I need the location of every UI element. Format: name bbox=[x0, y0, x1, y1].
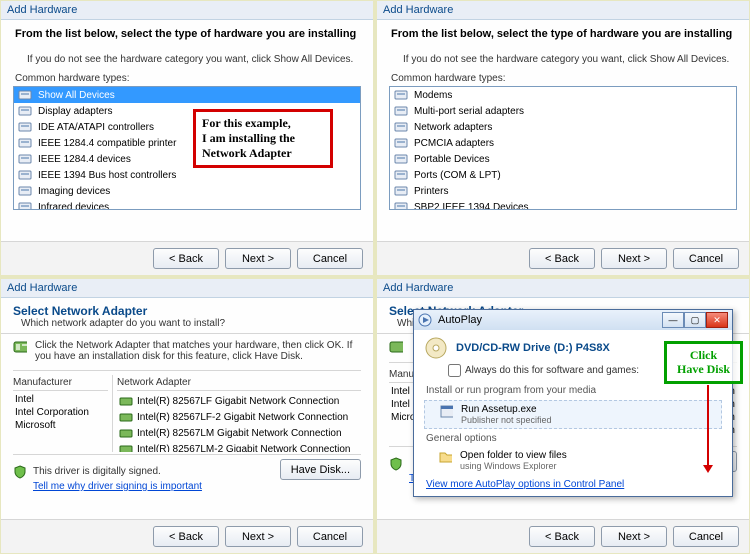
shield-check-icon bbox=[389, 457, 403, 471]
device-icon bbox=[18, 104, 32, 118]
panel-top-right: Add Hardware From the list below, select… bbox=[376, 0, 750, 276]
more-autoplay-link[interactable]: View more AutoPlay options in Control Pa… bbox=[426, 479, 624, 490]
device-icon bbox=[394, 168, 408, 182]
device-icon bbox=[18, 168, 32, 182]
next-button[interactable]: Next > bbox=[601, 526, 667, 547]
always-do-this-checkbox[interactable] bbox=[448, 364, 461, 377]
close-button[interactable]: ✕ bbox=[706, 312, 728, 328]
window-title: Add Hardware bbox=[1, 279, 373, 298]
adapter-item[interactable]: Intel(R) 82567LF Gigabit Network Connect… bbox=[117, 393, 361, 409]
shield-check-icon bbox=[13, 465, 27, 479]
section-label: Install or run program from your media bbox=[414, 383, 732, 398]
network-adapter-icon bbox=[389, 340, 403, 354]
next-button[interactable]: Next > bbox=[225, 526, 291, 547]
adapter-icon bbox=[119, 442, 133, 452]
back-button[interactable]: < Back bbox=[529, 248, 595, 269]
window-title: Add Hardware bbox=[377, 279, 749, 298]
device-icon bbox=[18, 152, 32, 166]
folder-icon bbox=[438, 450, 452, 464]
next-button[interactable]: Next > bbox=[601, 248, 667, 269]
list-item[interactable]: Portable Devices bbox=[390, 151, 736, 167]
device-icon bbox=[394, 88, 408, 102]
minimize-button[interactable]: — bbox=[662, 312, 684, 328]
list-item[interactable]: Infrared devices bbox=[14, 199, 360, 210]
annotation-have-disk: Click Have Disk bbox=[664, 341, 743, 384]
hint-note: If you do not see the hardware category … bbox=[27, 54, 361, 65]
cancel-button[interactable]: Cancel bbox=[297, 526, 363, 547]
run-assetup-option[interactable]: Run Assetup.exe Publisher not specified bbox=[424, 400, 722, 429]
next-button[interactable]: Next > bbox=[225, 248, 291, 269]
list-item[interactable]: Imaging devices bbox=[14, 183, 360, 199]
panel-bottom-right: Add Hardware Select Network Adapter Whic… bbox=[376, 278, 750, 554]
device-icon bbox=[18, 136, 32, 150]
autoplay-dialog: AutoPlay — ▢ ✕ DVD/CD-RW Drive (D:) P4S8… bbox=[413, 309, 733, 497]
list-item[interactable]: SBP2 IEEE 1394 Devices bbox=[390, 199, 736, 210]
adapter-item[interactable]: Intel(R) 82567LM-2 Gigabit Network Conne… bbox=[117, 441, 361, 452]
window-title: Add Hardware bbox=[1, 1, 373, 20]
adapter-icon bbox=[119, 394, 133, 408]
maximize-button[interactable]: ▢ bbox=[684, 312, 706, 328]
hint-note: If you do not see the hardware category … bbox=[403, 54, 737, 65]
autoplay-title: AutoPlay bbox=[438, 314, 482, 326]
network-adapter-icon bbox=[13, 340, 27, 354]
device-icon bbox=[18, 200, 32, 210]
device-icon bbox=[394, 184, 408, 198]
panel-bottom-left: Add Hardware Select Network Adapter Whic… bbox=[0, 278, 374, 554]
back-button[interactable]: < Back bbox=[153, 248, 219, 269]
drive-name: DVD/CD-RW Drive (D:) P4S8X bbox=[456, 342, 610, 354]
device-icon bbox=[394, 200, 408, 210]
wizard-instruction: From the list below, select the type of … bbox=[391, 28, 737, 40]
wizard-header: Select Network Adapter Which network ada… bbox=[13, 304, 361, 329]
manufacturer-item[interactable]: Intel Corporation bbox=[13, 406, 108, 419]
panel-top-left: Add Hardware From the list below, select… bbox=[0, 0, 374, 276]
list-item[interactable]: Network adapters bbox=[390, 119, 736, 135]
manufacturer-item[interactable]: Intel bbox=[13, 393, 108, 406]
adapter-item[interactable]: Intel(R) 82567LF-2 Gigabit Network Conne… bbox=[117, 409, 361, 425]
list-item[interactable]: Printers bbox=[390, 183, 736, 199]
autoplay-icon bbox=[418, 313, 432, 327]
adapter-icon bbox=[119, 426, 133, 440]
device-icon bbox=[18, 88, 32, 102]
list-item[interactable]: Show All Devices bbox=[14, 87, 360, 103]
adapter-item[interactable]: Intel(R) 82567LM Gigabit Network Connect… bbox=[117, 425, 361, 441]
list-label: Common hardware types: bbox=[391, 73, 737, 84]
list-item[interactable]: Multi-port serial adapters bbox=[390, 103, 736, 119]
list-item[interactable]: Ports (COM & LPT) bbox=[390, 167, 736, 183]
back-button[interactable]: < Back bbox=[153, 526, 219, 547]
arrow-head-icon bbox=[703, 465, 713, 473]
device-icon bbox=[394, 136, 408, 150]
back-button[interactable]: < Back bbox=[529, 526, 595, 547]
cancel-button[interactable]: Cancel bbox=[297, 248, 363, 269]
manufacturer-item[interactable]: Microsoft bbox=[13, 419, 108, 432]
driver-picker: Manufacturer IntelIntel CorporationMicro… bbox=[13, 370, 361, 452]
section-label: General options bbox=[414, 431, 732, 446]
mfr-header: Manufacturer bbox=[13, 375, 108, 391]
open-folder-option[interactable]: Open folder to view files using Windows … bbox=[414, 446, 732, 475]
annotation-example: For this example, I am installing the Ne… bbox=[193, 109, 333, 168]
installer-icon bbox=[439, 404, 453, 418]
cancel-button[interactable]: Cancel bbox=[673, 526, 739, 547]
list-label: Common hardware types: bbox=[15, 73, 361, 84]
driver-signing-link[interactable]: Tell me why driver signing is important bbox=[33, 481, 202, 492]
device-icon bbox=[394, 104, 408, 118]
list-item[interactable]: IEEE 1394 Bus host controllers bbox=[14, 167, 360, 183]
disc-icon bbox=[424, 336, 448, 360]
adapter-icon bbox=[119, 410, 133, 424]
cancel-button[interactable]: Cancel bbox=[673, 248, 739, 269]
list-item[interactable]: Modems bbox=[390, 87, 736, 103]
device-icon bbox=[18, 120, 32, 134]
adapter-header: Network Adapter bbox=[117, 375, 361, 391]
device-icon bbox=[394, 152, 408, 166]
driver-signed-status: This driver is digitally signed. bbox=[13, 465, 161, 479]
device-icon bbox=[394, 120, 408, 134]
wizard-instructions: Click the Network Adapter that matches y… bbox=[13, 340, 361, 362]
hardware-types-list[interactable]: ModemsMulti-port serial adaptersNetwork … bbox=[389, 86, 737, 210]
have-disk-button[interactable]: Have Disk... bbox=[280, 459, 361, 480]
device-icon bbox=[18, 184, 32, 198]
arrow-indicator bbox=[707, 385, 709, 465]
wizard-instruction: From the list below, select the type of … bbox=[15, 28, 361, 40]
window-title: Add Hardware bbox=[377, 1, 749, 20]
list-item[interactable]: PCMCIA adapters bbox=[390, 135, 736, 151]
